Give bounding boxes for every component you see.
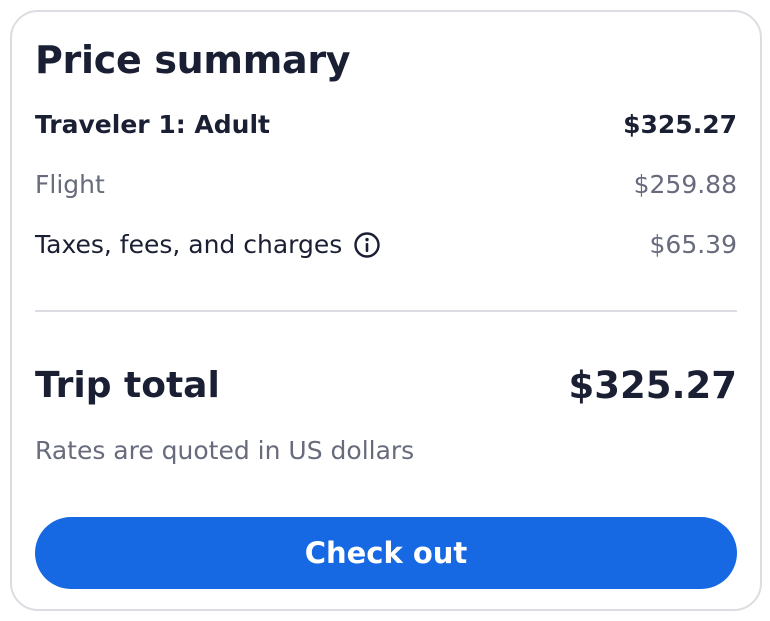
trip-total-amount: $325.27 bbox=[568, 364, 737, 407]
traveler-row: Traveler 1: Adult $325.27 bbox=[35, 110, 737, 139]
info-icon[interactable] bbox=[353, 231, 381, 259]
price-summary-title: Price summary bbox=[35, 38, 351, 82]
traveler-label: Traveler 1: Adult bbox=[35, 110, 270, 139]
taxes-label: Taxes, fees, and charges bbox=[35, 230, 343, 259]
taxes-label-group: Taxes, fees, and charges bbox=[35, 230, 381, 259]
taxes-amount: $65.39 bbox=[649, 230, 737, 259]
checkout-button[interactable]: Check out bbox=[35, 517, 737, 589]
trip-total-row: Trip total $325.27 bbox=[35, 364, 737, 407]
taxes-row: Taxes, fees, and charges $65.39 bbox=[35, 230, 737, 259]
flight-label: Flight bbox=[35, 170, 105, 199]
flight-amount: $259.88 bbox=[633, 170, 737, 199]
trip-total-label: Trip total bbox=[35, 365, 220, 406]
traveler-amount: $325.27 bbox=[623, 110, 737, 139]
flight-row: Flight $259.88 bbox=[35, 170, 737, 199]
currency-note: Rates are quoted in US dollars bbox=[35, 436, 415, 465]
divider bbox=[35, 310, 737, 312]
price-summary-card: Price summary Traveler 1: Adult $325.27 … bbox=[10, 10, 762, 611]
